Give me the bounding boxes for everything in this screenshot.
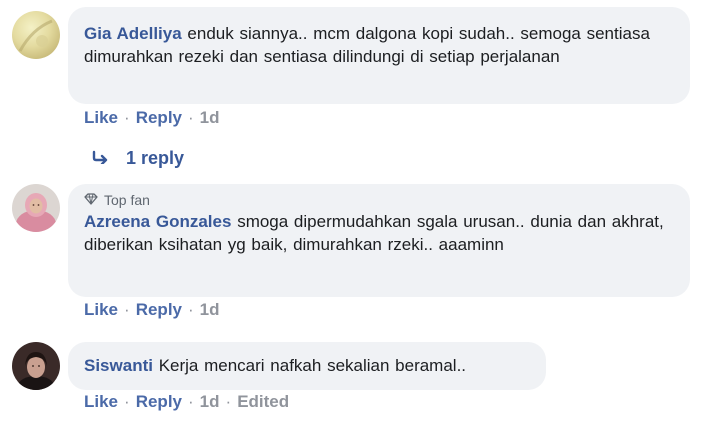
comment-bubble: Gia Adelliya enduk siannya.. mcm dalgona… xyxy=(68,7,690,104)
timestamp[interactable]: 1d xyxy=(200,300,220,320)
reply-button[interactable]: Reply xyxy=(136,392,182,412)
comment-text: Kerja mencari nafkah sekalian beramal.. xyxy=(158,356,467,375)
comment-body: Siswanti Kerja mencari nafkah sekalian b… xyxy=(84,354,530,377)
comment-author[interactable]: Gia Adelliya xyxy=(84,24,182,43)
comment-bubble: Siswanti Kerja mencari nafkah sekalian b… xyxy=(68,342,546,390)
like-button[interactable]: Like xyxy=(84,108,118,128)
timestamp[interactable]: 1d xyxy=(200,108,220,128)
avatar[interactable] xyxy=(12,11,60,59)
comment-actions: Like · Reply · 1d · Edited xyxy=(84,392,289,412)
separator: · xyxy=(124,108,130,127)
separator: · xyxy=(124,300,130,319)
separator: · xyxy=(188,392,194,411)
separator: · xyxy=(225,392,232,411)
avatar[interactable] xyxy=(12,342,60,390)
like-button[interactable]: Like xyxy=(84,392,118,412)
like-button[interactable]: Like xyxy=(84,300,118,320)
avatar[interactable] xyxy=(12,184,60,232)
comment-body: Azreena Gonzales smoga dipermudahkan sga… xyxy=(84,210,674,256)
comment-author[interactable]: Siswanti xyxy=(84,356,153,375)
separator: · xyxy=(188,300,194,319)
timestamp[interactable]: 1d xyxy=(200,392,220,412)
top-fan-label: Top fan xyxy=(104,192,150,208)
reply-button[interactable]: Reply xyxy=(136,108,182,128)
separator: · xyxy=(124,392,130,411)
comment-actions: Like · Reply · 1d xyxy=(84,300,220,320)
comment-body: Gia Adelliya enduk siannya.. mcm dalgona… xyxy=(84,22,674,68)
edited-label[interactable]: Edited xyxy=(237,392,289,412)
replies-count[interactable]: 1 reply xyxy=(126,148,184,169)
reply-arrow-icon xyxy=(92,148,110,169)
comment-author[interactable]: Azreena Gonzales xyxy=(84,212,231,231)
comment-actions: Like · Reply · 1d xyxy=(84,108,220,128)
diamond-icon xyxy=(84,192,98,208)
view-replies-link[interactable]: 1 reply xyxy=(92,148,184,169)
top-fan-badge: Top fan xyxy=(84,192,674,208)
separator: · xyxy=(188,108,194,127)
comment-bubble: Top fan Azreena Gonzales smoga dipermuda… xyxy=(68,184,690,297)
reply-button[interactable]: Reply xyxy=(136,300,182,320)
